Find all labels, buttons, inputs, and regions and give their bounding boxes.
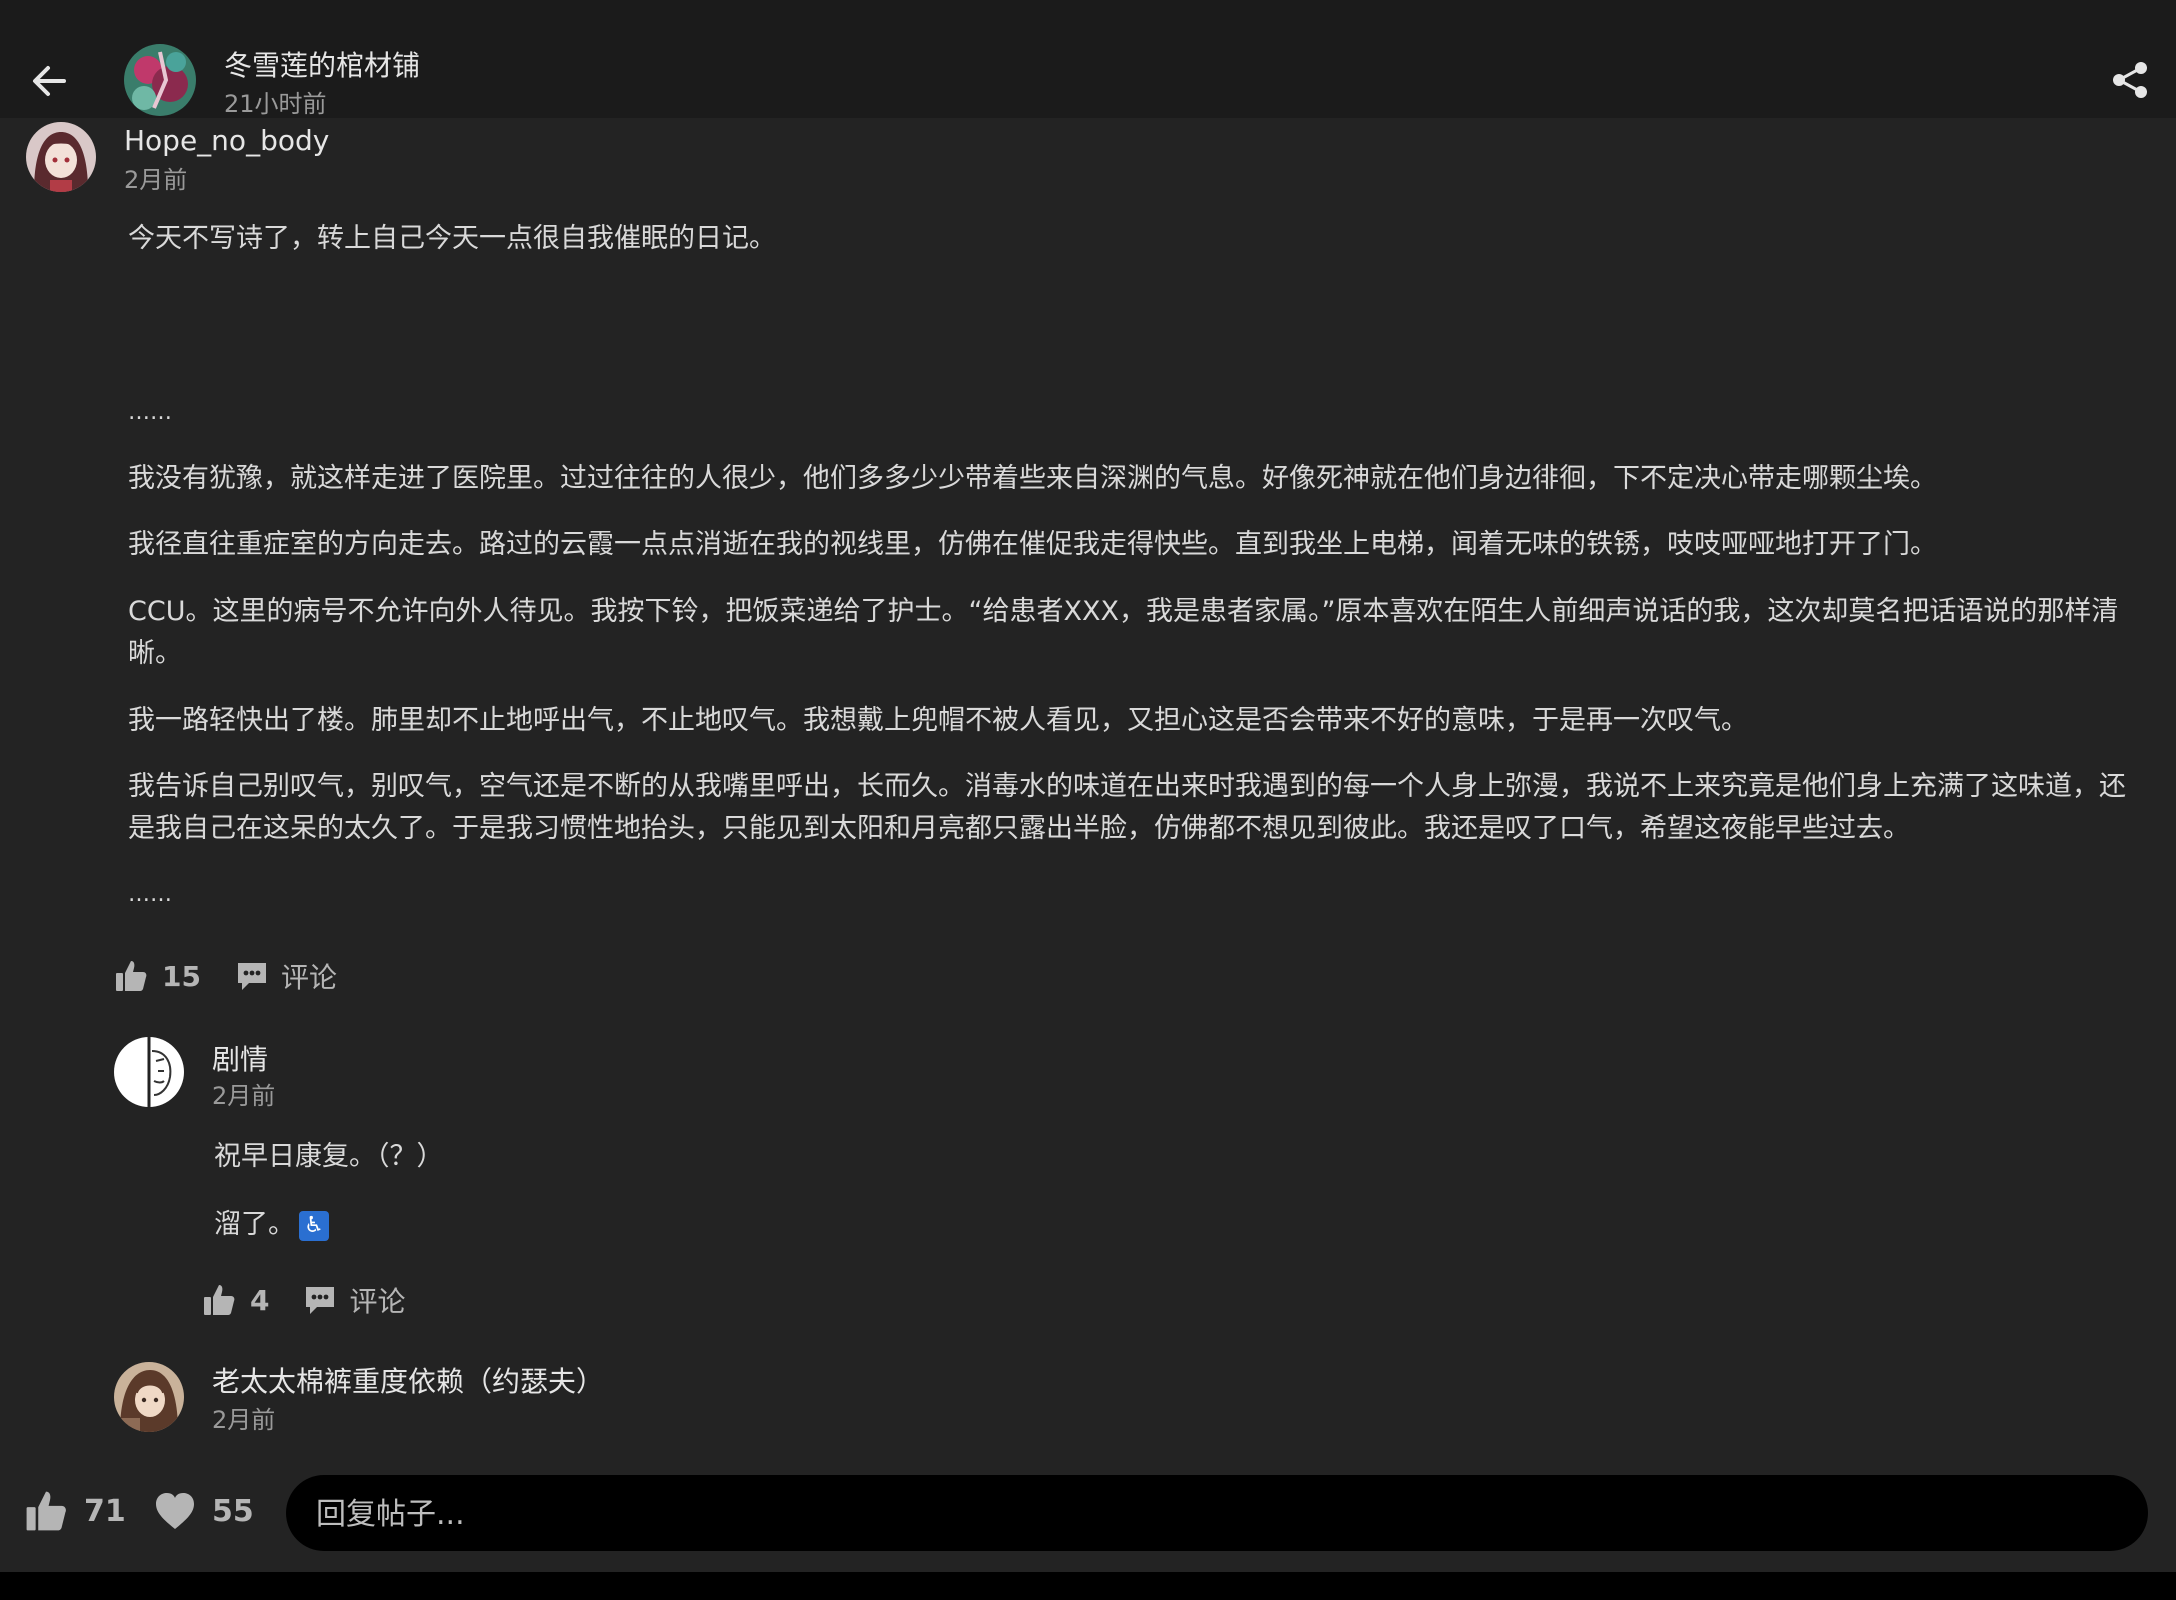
comment-icon [306,1287,335,1314]
comment-text: 溜了。 [214,1209,295,1240]
post-paragraph: 我没有犹豫，就这样走进了医院里。过过往往的人很少，他们多多少少带着些来自深渊的气… [128,463,1937,494]
comment-like-count: 4 [250,1283,270,1317]
comment-like-button[interactable]: 4 [202,1283,269,1317]
post-paragraph: CCU。这里的病号不允许向外人待见。我按下铃，把饭菜递给了护士。“给患者XXX，… [128,596,2119,669]
arrow-left-icon [33,66,66,96]
comment-author-name[interactable]: 剧情 [212,1038,268,1078]
thumbs-up-icon [204,1285,235,1315]
footer-like-count: 71 [84,1493,126,1529]
comment-icon [237,963,266,990]
reply-box[interactable] [286,1475,2148,1553]
thumbs-up-icon [26,1491,66,1531]
back-button[interactable] [28,60,70,102]
footer-favorite-count: 55 [212,1493,254,1529]
comment-author-avatar[interactable] [114,1037,184,1107]
comment-text-line: 溜了。 ♿ [214,1202,329,1241]
comment-time: 2月前 [212,1406,276,1434]
post-comment-button[interactable]: 评论 [235,956,337,996]
comment-text: 祝早日康复。（？） [214,1141,444,1172]
blog-avatar[interactable] [124,44,196,116]
blog-title[interactable]: 冬雪莲的棺材铺 [224,44,420,84]
thumbs-up-icon [116,961,147,991]
comment-time: 2月前 [212,1082,276,1110]
post-ellipsis-top: …… [128,400,172,425]
post-paragraph: 我一路轻快出了楼。肺里却不止地呼出气，不止地叹气。我想戴上兜帽不被人看见，又担心… [128,705,1748,736]
share-icon [2113,62,2147,98]
post-comment-label: 评论 [280,961,337,994]
comment-actions: 4 评论 [202,1280,406,1320]
footer-like-button[interactable]: 71 [24,1491,126,1531]
post-like-count: 15 [162,959,201,993]
post-paragraph: 我告诉自己别叹气，别叹气，空气还是不断的从我嘴里呼出，长而久。消毒水的味道在出来… [128,771,2126,844]
reply-input[interactable] [314,1475,2118,1553]
footer-favorite-button[interactable]: 55 [154,1491,254,1531]
post-paragraph: 我径直往重症室的方向走去。路过的云霞一点点消逝在我的视线里，仿佛在催促我走得快些… [128,529,1937,560]
comment-author-avatar[interactable] [114,1362,184,1432]
wheelchair-emoji: ♿ [299,1210,329,1241]
comment-reply-button[interactable]: 评论 [303,1280,406,1320]
heart-icon [156,1493,194,1529]
comment-reply-label: 评论 [349,1285,406,1318]
post-time: 2月前 [124,166,188,194]
comment-author-name[interactable]: 老太太棉裤重度依赖（约瑟夫） [212,1360,604,1400]
post-actions: 15 评论 [114,956,337,996]
post-ellipsis-bottom: …… [128,882,172,907]
post-like-button[interactable]: 15 [114,959,201,993]
share-button[interactable] [2110,60,2150,100]
bottom-strip [0,1572,2176,1600]
blog-time: 21小时前 [224,90,327,118]
post-author-avatar[interactable] [26,122,96,192]
post-author-name[interactable]: Hope_no_body [124,124,329,157]
post-intro: 今天不写诗了，转上自己今天一点很自我催眠的日记。 [128,223,776,254]
